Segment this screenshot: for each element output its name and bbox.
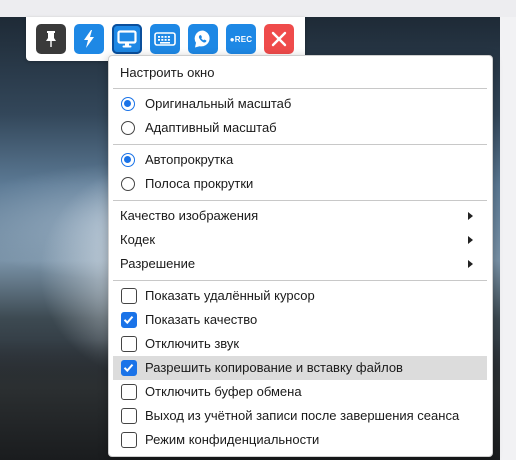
chat-call-button[interactable] [188,24,218,54]
menu-item-label: Оригинальный масштаб [145,96,292,111]
menu-check-mute[interactable]: Отключить звук [113,332,487,356]
menu-separator [113,88,487,89]
close-session-button[interactable] [264,24,294,54]
checkmark-icon [123,315,134,325]
menu-item-customize-window[interactable]: Настроить окно [113,61,487,85]
radio-selected[interactable] [121,97,135,111]
submenu-image-quality[interactable]: Качество изображения [113,204,487,228]
menu-item-label: Разрешение [120,256,196,271]
pin-button[interactable] [36,24,66,54]
radio-unselected[interactable] [121,177,135,191]
menu-check-disable-clipboard[interactable]: Отключить буфер обмена [113,380,487,404]
menu-radio-adaptive-scale[interactable]: Адаптивный масштаб [113,116,487,140]
checkbox-unchecked[interactable] [121,432,137,448]
window-right-strip [500,17,516,460]
menu-check-allow-file-copy[interactable]: Разрешить копирование и вставку файлов [113,356,487,380]
radio-selected[interactable] [121,153,135,167]
menu-item-label: Кодек [120,232,156,247]
menu-item-label: Режим конфиденциальности [145,432,320,447]
display-icon [117,30,137,48]
menu-separator [113,200,487,201]
submenu-arrow-icon [468,236,473,244]
menu-item-label: Показать удалённый курсор [145,288,315,303]
menu-check-logout-after-session[interactable]: Выход из учётной записи после завершения… [113,404,487,428]
checkbox-checked[interactable] [121,360,137,376]
checkbox-unchecked[interactable] [121,336,137,352]
menu-separator [113,280,487,281]
submenu-resolution[interactable]: Разрешение [113,252,487,276]
menu-item-label: Полоса прокрутки [145,176,254,191]
menu-item-label: Разрешить копирование и вставку файлов [145,360,403,375]
keyboard-icon [154,32,176,46]
menu-item-label: Отключить буфер обмена [145,384,302,399]
submenu-arrow-icon [468,260,473,268]
action-button[interactable] [74,24,104,54]
display-settings-button[interactable] [112,24,142,54]
radio-unselected[interactable] [121,121,135,135]
checkmark-icon [123,363,134,373]
menu-check-privacy-mode[interactable]: Режим конфиденциальности [113,428,487,452]
chat-phone-icon [194,30,210,48]
menu-check-show-remote-cursor[interactable]: Показать удалённый курсор [113,284,487,308]
display-settings-menu: Настроить окно Оригинальный масштаб Адап… [108,55,493,457]
lightning-icon [84,30,94,48]
checkbox-unchecked[interactable] [121,408,137,424]
menu-item-label: Адаптивный масштаб [145,120,277,135]
submenu-codec[interactable]: Кодек [113,228,487,252]
close-icon [271,31,287,47]
keyboard-button[interactable] [150,24,180,54]
menu-item-label: Качество изображения [120,208,259,223]
menu-item-label: Показать качество [145,312,258,327]
window-top-strip [0,0,516,17]
submenu-arrow-icon [468,212,473,220]
menu-radio-original-scale[interactable]: Оригинальный масштаб [113,92,487,116]
checkbox-checked[interactable] [121,312,137,328]
menu-radio-autoscroll[interactable]: Автопрокрутка [113,148,487,172]
record-button[interactable]: ●REC [226,24,256,54]
pin-icon [46,31,56,47]
menu-item-label: Автопрокрутка [145,152,234,167]
checkbox-unchecked[interactable] [121,288,137,304]
menu-separator [113,144,487,145]
menu-item-label: Отключить звук [145,336,240,351]
record-label: ●REC [229,34,253,44]
checkbox-unchecked[interactable] [121,384,137,400]
menu-item-label: Настроить окно [120,65,215,80]
menu-check-show-quality[interactable]: Показать качество [113,308,487,332]
menu-item-label: Выход из учётной записи после завершения… [145,408,460,423]
menu-radio-scrollbar[interactable]: Полоса прокрутки [113,172,487,196]
